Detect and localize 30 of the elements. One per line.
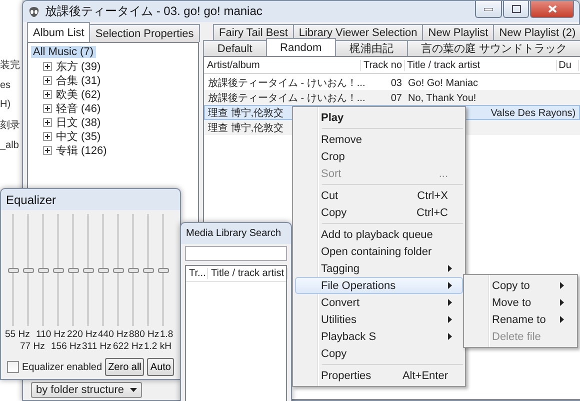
frequency-label: 156 Hz	[51, 341, 82, 353]
table-cell-text: Go! Go! Maniac	[407, 78, 480, 88]
frequency-label: 622 Hz	[113, 341, 144, 353]
table-cell-text: 03	[390, 78, 403, 88]
window-text: 刻录	[0, 118, 21, 132]
table-cell-text: 07	[390, 92, 403, 104]
table-cell-text: 放課後ティータイム - けいおん！...	[207, 76, 366, 90]
frequency-label: 55 Hz	[5, 329, 31, 341]
frequency-label: 110 Hz	[36, 329, 66, 341]
frequency-label: 220 Hz	[67, 329, 98, 341]
table-cell-text: No, Thank You!	[407, 92, 478, 104]
window-text: 装完	[0, 58, 21, 72]
window-text: es	[0, 80, 12, 91]
frequency-label: 440 Hz	[98, 329, 129, 341]
window-title: Media Library Search	[186, 228, 282, 239]
checkbox-label: Equalizer enabled	[22, 362, 102, 372]
window-title: Equalizer	[6, 192, 56, 206]
dropdown-value: by folder structure	[36, 384, 124, 396]
window-text: H)	[0, 99, 12, 110]
frequency-label: 77 Hz	[20, 341, 46, 353]
table-cell-text: 理查 博宁,伦敦交	[207, 106, 285, 120]
table-cell-text: 理查 博宁,伦敦交	[207, 122, 285, 135]
window-text: _alb	[0, 140, 20, 151]
table-cell-text: Valse Des Rayons)	[490, 108, 577, 118]
table-cell-text: 放課後ティータイム - けいおん！...	[207, 92, 366, 105]
frequency-label: 1.2 kH	[144, 341, 172, 353]
frequency-label: 311 Hz	[82, 341, 112, 353]
frequency-label: 880 Hz	[129, 329, 160, 341]
frequency-label: 1.8	[160, 329, 174, 341]
window-title: 放課後ティータイム - 03. go! go! maniac	[45, 3, 262, 20]
